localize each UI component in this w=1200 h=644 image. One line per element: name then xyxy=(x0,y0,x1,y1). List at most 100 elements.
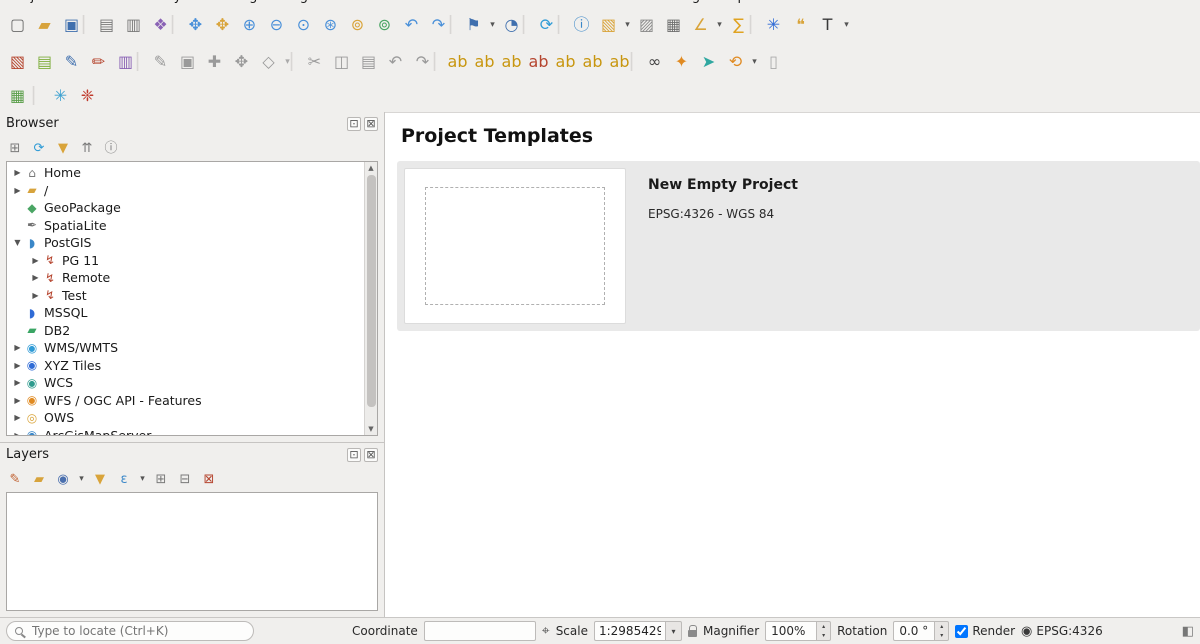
style-manager-icon[interactable]: ❖ xyxy=(147,12,174,38)
layers-list-empty[interactable] xyxy=(6,492,378,611)
tree-item-postgis[interactable]: ▼ ◗ PostGIS xyxy=(7,234,364,252)
browser-scrollbar[interactable]: ▲ ▼ xyxy=(364,162,377,435)
identify-features-icon[interactable]: ⓘ xyxy=(568,12,595,38)
tree-item-arcgismapserver[interactable]: ▶ ◉ ArcGisMapServer xyxy=(7,427,364,436)
tree-item-root[interactable]: ▶ ▰ / xyxy=(7,182,364,200)
close-panel-icon[interactable]: ⊠ xyxy=(364,117,378,131)
remove-layer-icon[interactable]: ⊠ xyxy=(198,469,220,489)
new-virtual-layer-icon[interactable]: ▥ xyxy=(112,49,139,75)
refresh-map-icon[interactable]: ⟳ xyxy=(533,12,560,38)
plugin-icon-2[interactable]: ❈ xyxy=(74,83,101,109)
tree-item-mssql[interactable]: ◗ MSSQL xyxy=(7,304,364,322)
undo-icon[interactable]: ↶ xyxy=(382,49,409,75)
processing-toolbox-icon[interactable]: ✳ xyxy=(760,12,787,38)
measure-icon[interactable]: ∠ xyxy=(687,12,714,38)
expand-arrow-icon[interactable]: ▶ xyxy=(11,396,24,405)
collapse-all-icon[interactable]: ⇈ xyxy=(76,138,98,158)
template-thumbnail[interactable] xyxy=(404,168,626,324)
expand-arrow-icon[interactable]: ▶ xyxy=(29,273,42,282)
expand-arrow-icon[interactable]: ▶ xyxy=(11,343,24,352)
expand-all-icon[interactable]: ⊞ xyxy=(150,469,172,489)
tree-item-wms-wmts[interactable]: ▶ ◉ WMS/WMTS xyxy=(7,339,364,357)
lock-scale-icon[interactable] xyxy=(688,630,697,637)
reload-dropdown-arrow[interactable]: ▾ xyxy=(749,49,760,75)
coordinate-input[interactable] xyxy=(424,621,536,641)
expand-arrow-icon[interactable]: ▶ xyxy=(29,291,42,300)
filter-legend-icon[interactable]: ▼ xyxy=(89,469,111,489)
tree-item-db2[interactable]: ▰ DB2 xyxy=(7,322,364,340)
layer-labeling-icon[interactable]: ab xyxy=(444,49,471,75)
menu-item[interactable]: Project xyxy=(10,0,54,4)
float-panel-icon[interactable]: ⊡ xyxy=(347,117,361,131)
new-print-layout-icon[interactable]: ▤ xyxy=(93,12,120,38)
themes-dropdown-arrow[interactable]: ▾ xyxy=(76,469,87,489)
select-dropdown-arrow[interactable]: ▾ xyxy=(622,12,633,38)
extent-toggle-icon[interactable]: ⌖ xyxy=(542,623,550,639)
map-tips-icon[interactable]: ❝ xyxy=(787,12,814,38)
spin-down-icon[interactable]: ▾ xyxy=(817,631,830,640)
expand-arrow-icon[interactable]: ▶ xyxy=(11,186,24,195)
tree-item-wcs[interactable]: ▶ ◉ WCS xyxy=(7,374,364,392)
tree-item-test[interactable]: ▶ ↯ Test xyxy=(7,287,364,305)
scroll-down-icon[interactable]: ▼ xyxy=(368,423,373,435)
text-annotation-icon[interactable]: T xyxy=(814,12,841,38)
manage-themes-icon[interactable]: ◉ xyxy=(52,469,74,489)
paste-features-icon[interactable]: ▤ xyxy=(355,49,382,75)
zoom-full-icon[interactable]: ⊛ xyxy=(317,12,344,38)
menu-item[interactable]: Web xyxy=(536,0,564,4)
crs-status-button[interactable]: ◉ EPSG:4326 xyxy=(1021,624,1103,638)
menu-item[interactable]: Mesh xyxy=(580,0,614,4)
redo-icon[interactable]: ↷ xyxy=(409,49,436,75)
save-project-icon[interactable]: ▣ xyxy=(58,12,85,38)
expand-arrow-icon[interactable]: ▼ xyxy=(11,238,24,247)
filter-expression-icon[interactable]: ε xyxy=(113,469,135,489)
zoom-in-icon[interactable]: ⊕ xyxy=(236,12,263,38)
rotation-value[interactable]: 0.0 ° xyxy=(893,621,935,641)
map-navigation-icon[interactable]: ▦ xyxy=(4,83,31,109)
cut-features-icon[interactable]: ✂ xyxy=(301,49,328,75)
disabled-tool-icon[interactable]: ▯ xyxy=(760,49,787,75)
pan-to-selection-icon[interactable]: ✥ xyxy=(209,12,236,38)
zoom-last-icon[interactable]: ↶ xyxy=(398,12,425,38)
new-geopackage-icon[interactable]: ▤ xyxy=(31,49,58,75)
expression-dropdown-arrow[interactable]: ▾ xyxy=(137,469,148,489)
add-feature-icon[interactable]: ✚ xyxy=(201,49,228,75)
tree-item-pg11[interactable]: ▶ ↯ PG 11 xyxy=(7,252,364,270)
scale-dropdown-icon[interactable]: ▾ xyxy=(666,621,682,641)
tree-item-home[interactable]: ▶ ⌂ Home xyxy=(7,164,364,182)
label-properties-icon[interactable]: ab xyxy=(606,49,633,75)
pan-map-icon[interactable]: ✥ xyxy=(182,12,209,38)
menu-item[interactable]: Processing xyxy=(631,0,700,4)
refresh-browser-icon[interactable]: ⟳ xyxy=(28,138,50,158)
place-search-icon[interactable]: ∞ xyxy=(641,49,668,75)
menu-item[interactable]: Vector xyxy=(343,0,384,4)
menu-item[interactable]: Help xyxy=(716,0,746,4)
expand-arrow-icon[interactable]: ▶ xyxy=(11,413,24,422)
layer-styling-icon[interactable]: ✎ xyxy=(4,469,26,489)
expand-arrow-icon[interactable]: ▶ xyxy=(29,256,42,265)
menu-item[interactable]: Layer xyxy=(159,0,195,4)
save-edits-icon[interactable]: ▣ xyxy=(174,49,201,75)
zoom-next-icon[interactable]: ↷ xyxy=(425,12,452,38)
menu-item[interactable]: Raster xyxy=(400,0,442,4)
expand-arrow-icon[interactable]: ▶ xyxy=(11,431,24,435)
locate-input[interactable] xyxy=(30,623,245,639)
spin-down-icon[interactable]: ▾ xyxy=(935,631,948,640)
plugin-icon-1[interactable]: ✳ xyxy=(47,83,74,109)
layer-diagram-icon[interactable]: ab xyxy=(471,49,498,75)
label-highlight-icon[interactable]: ab xyxy=(525,49,552,75)
properties-icon[interactable]: ⓘ xyxy=(100,138,122,158)
menu-item[interactable]: View xyxy=(112,0,143,4)
temporal-controller-icon[interactable]: ◔ xyxy=(498,12,525,38)
tree-item-xyz-tiles[interactable]: ▶ ◉ XYZ Tiles xyxy=(7,357,364,375)
collapse-all-layers-icon[interactable]: ⊟ xyxy=(174,469,196,489)
expand-arrow-icon[interactable]: ▶ xyxy=(11,168,24,177)
magnifier-value[interactable]: 100% xyxy=(765,621,817,641)
tree-item-spatialite[interactable]: ✒ SpatiaLite xyxy=(7,217,364,235)
zoom-out-icon[interactable]: ⊖ xyxy=(263,12,290,38)
tree-item-geopackage[interactable]: ◆ GeoPackage xyxy=(7,199,364,217)
new-project-icon[interactable]: ▢ xyxy=(4,12,31,38)
float-panel-icon[interactable]: ⊡ xyxy=(347,448,361,462)
close-panel-icon[interactable]: ⊠ xyxy=(364,448,378,462)
new-spatialite-icon[interactable]: ✏ xyxy=(85,49,112,75)
